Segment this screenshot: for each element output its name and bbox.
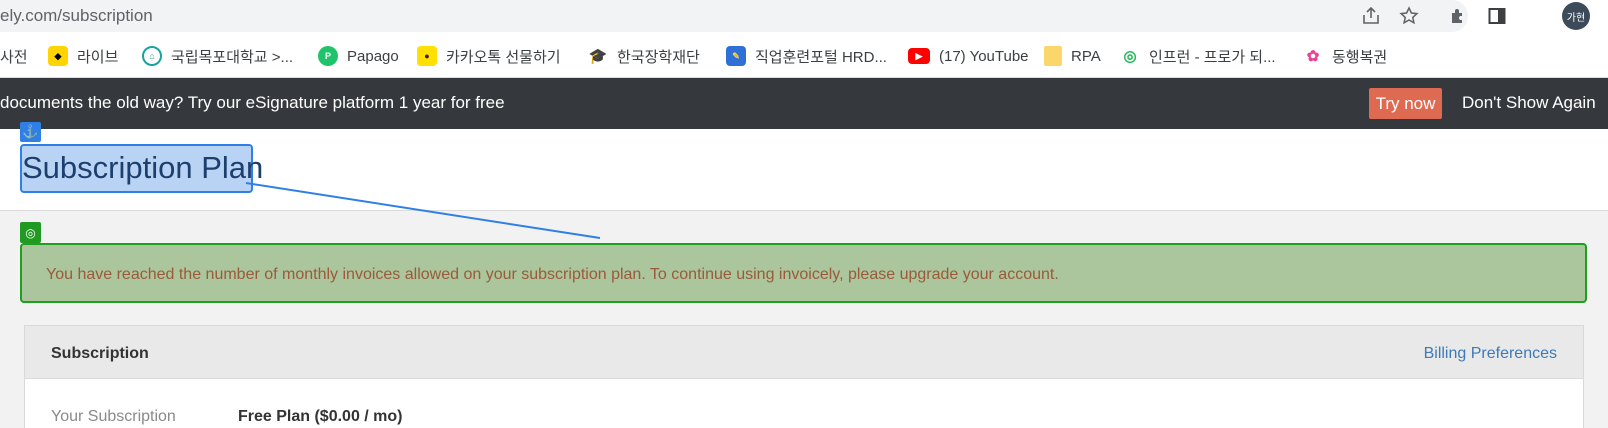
subscription-card: Subscription Billing Preferences Your Su… [24,325,1584,428]
subscription-plan-value: Free Plan ($0.00 / mo) [238,408,403,425]
your-subscription-label: Your Subscription [51,408,176,425]
card-header: Subscription Billing Preferences [25,326,1583,379]
alert-message: You have reached the number of monthly i… [46,266,1059,283]
billing-preferences-link[interactable]: Billing Preferences [1424,345,1557,363]
upgrade-alert: You have reached the number of monthly i… [20,243,1587,303]
connector-line [245,182,601,239]
browser-window: ely.com/subscription 가현 사전 ◆ 라이브 ⌂ 국립목포대… [0,0,1608,428]
card-title: Subscription [51,345,149,362]
target-icon: ◎ [20,222,41,243]
